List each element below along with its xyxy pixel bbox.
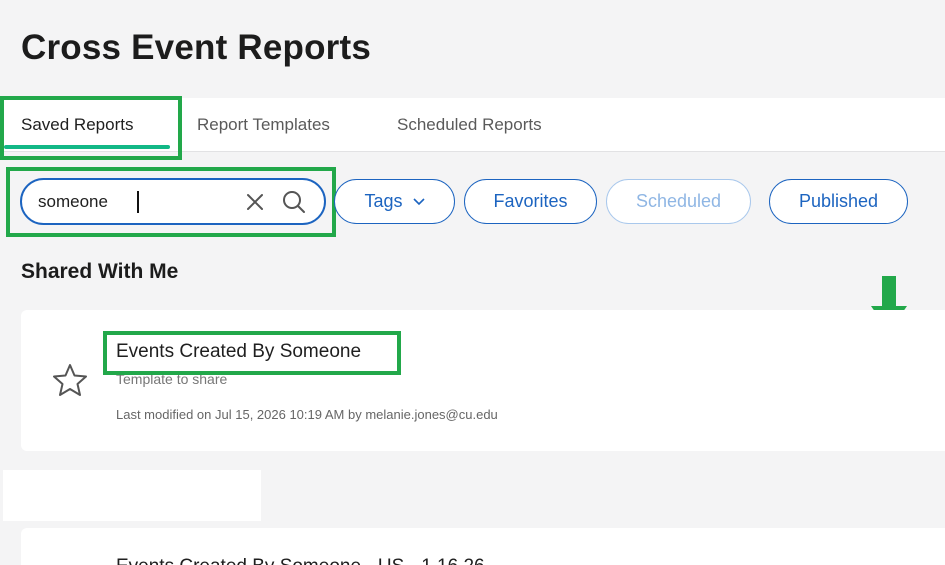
section-title: Shared With Me (21, 260, 179, 283)
report-card[interactable]: Events Created By Someone Template to sh… (21, 310, 945, 451)
report-title[interactable]: Events Created By Someone (116, 341, 361, 363)
scheduled-filter-button[interactable]: Scheduled (606, 179, 751, 224)
favorites-filter-button[interactable]: Favorites (464, 179, 597, 224)
tab-saved-reports[interactable]: Saved Reports (21, 98, 133, 152)
report-card[interactable]: Events Created By Someone - US - 1.16.26 (21, 528, 945, 565)
page-title: Cross Event Reports (21, 28, 372, 67)
close-icon[interactable] (242, 189, 268, 215)
tab-report-templates[interactable]: Report Templates (197, 98, 330, 152)
active-tab-indicator (4, 145, 170, 149)
star-icon[interactable] (51, 362, 89, 398)
tags-filter-label: Tags (364, 191, 403, 211)
report-meta: Last modified on Jul 15, 2026 10:19 AM b… (116, 407, 498, 422)
chevron-down-icon (412, 197, 425, 206)
search-icon[interactable] (281, 189, 307, 215)
search-field[interactable] (20, 178, 326, 225)
tags-filter-button[interactable]: Tags (334, 179, 455, 224)
report-title[interactable]: Events Created By Someone - US - 1.16.26 (116, 556, 485, 565)
tab-bar: Saved Reports Report Templates Scheduled… (0, 98, 945, 152)
report-subtitle: Template to share (116, 371, 228, 387)
tab-scheduled-reports[interactable]: Scheduled Reports (397, 98, 542, 152)
blank-panel (3, 470, 261, 521)
published-filter-button[interactable]: Published (769, 179, 908, 224)
text-cursor (137, 191, 139, 213)
